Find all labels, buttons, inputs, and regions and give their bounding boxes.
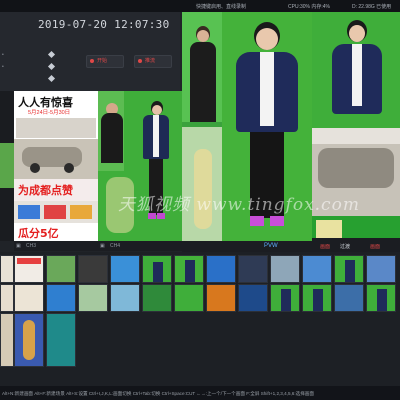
ad-car-image: [14, 139, 98, 179]
ad-dates: 5月24日-5月30日: [28, 110, 71, 116]
media-thumb[interactable]: [366, 284, 396, 312]
media-thumb[interactable]: [110, 255, 140, 283]
shortcut-hint-text: Alt+N:新建画面 Alt+F:新建场景 Alt+S:设置 Ctrl+I,J,…: [2, 391, 314, 396]
top-status-bar: 快捷键启用、直线录制 CPU:30% 内存:4% D: 22.98G 已使用: [0, 0, 400, 12]
transition-label-3[interactable]: 画面: [370, 243, 380, 250]
media-thumb[interactable]: [78, 255, 108, 283]
camera-icon: ▣: [16, 243, 21, 249]
row-indicator-icon: •: [2, 64, 4, 70]
pvw-bar: PVW 画面 过渡 画面: [182, 241, 400, 252]
source-ch3[interactable]: 人人有惊喜 5月24日-5月30日 为成都点赞 瓜分5亿: [14, 91, 98, 241]
ad-promo: 为成都点赞: [14, 179, 98, 201]
ad-promo-text: 为成都点赞: [18, 184, 73, 197]
keyframe-icon[interactable]: [47, 62, 56, 71]
ad-top: 人人有惊喜 5月24日-5月30日: [14, 91, 98, 139]
record-button-label: 开始: [97, 58, 108, 64]
cpu-readout: CPU:30% 内存:4%: [288, 4, 330, 10]
media-thumb[interactable]: [14, 255, 44, 283]
strip-thumb[interactable]: [0, 143, 14, 188]
media-thumb[interactable]: [334, 284, 364, 312]
media-thumb[interactable]: [366, 255, 396, 283]
ad-product-image: [16, 118, 96, 138]
stream-button[interactable]: 推流: [134, 55, 172, 68]
source-label-ch4: CH4: [110, 243, 121, 249]
source-bar-ch4: ▣ CH4: [98, 241, 182, 251]
media-thumb[interactable]: [238, 255, 268, 283]
media-thumb[interactable]: [46, 255, 76, 283]
presenter-body: [101, 113, 123, 163]
control-row[interactable]: [0, 74, 60, 83]
record-button[interactable]: 开始: [86, 55, 124, 68]
media-thumb[interactable]: [270, 255, 300, 283]
pvw-label: PVW: [264, 243, 278, 249]
media-thumb[interactable]: [206, 255, 236, 283]
media-thumb[interactable]: [0, 255, 14, 283]
media-thumb[interactable]: [0, 313, 14, 367]
shortcut-hint-bar: Alt+N:新建画面 Alt+F:新建场景 Alt+S:设置 Ctrl+I,J,…: [0, 386, 400, 400]
keyframe-icon[interactable]: [47, 50, 56, 59]
media-thumb[interactable]: [0, 284, 14, 312]
preview-right: [312, 12, 400, 128]
row-indicator-icon: •: [2, 52, 4, 58]
transition-label-1[interactable]: 画面: [320, 243, 330, 250]
switcher-app: 快捷键启用、直线录制 CPU:30% 内存:4% D: 22.98G 已使用 2…: [0, 0, 400, 400]
media-thumb[interactable]: [334, 255, 364, 283]
media-thumb[interactable]: [174, 284, 204, 312]
source-bar-ch3: ▣ CH3: [14, 241, 98, 251]
media-thumb[interactable]: [110, 284, 140, 312]
media-thumb[interactable]: [238, 284, 268, 312]
source-tiles: 人人有惊喜 5月24日-5月30日 为成都点赞 瓜分5亿: [14, 91, 182, 241]
ad-coupons: [14, 201, 98, 223]
control-panel: 2019-07-20 12:07:30 • • 开始 推流: [0, 12, 180, 91]
camera-icon: ▣: [100, 243, 105, 249]
preview-bottom-left: [182, 127, 222, 241]
ad-bottom: 瓜分5亿: [14, 223, 98, 241]
media-thumb[interactable]: [142, 255, 172, 283]
source-label-ch3: CH3: [26, 243, 37, 249]
media-thumb[interactable]: [14, 313, 44, 367]
media-thumb[interactable]: [14, 284, 44, 312]
media-thumb[interactable]: [78, 284, 108, 312]
source-ch4[interactable]: [98, 91, 182, 241]
media-thumb[interactable]: [270, 284, 300, 312]
media-thumb[interactable]: [302, 284, 332, 312]
media-library: [0, 252, 400, 386]
transition-label-2[interactable]: 过渡: [340, 243, 350, 250]
media-thumb[interactable]: [46, 284, 76, 312]
preview-presenter: [182, 12, 222, 122]
ad-bottom-text: 瓜分5亿: [18, 227, 59, 240]
watermark: 天狐视频 www.tingfox.com: [118, 195, 360, 215]
media-thumb[interactable]: [302, 255, 332, 283]
app-status-text: 快捷键启用、直线录制: [196, 4, 247, 10]
disk-readout: D: 22.98G 已使用: [352, 4, 392, 10]
datetime-display: 2019-07-20 12:07:30: [38, 18, 170, 31]
keyframe-icon[interactable]: [47, 74, 56, 83]
control-row[interactable]: •: [0, 62, 60, 71]
left-strip: [0, 91, 14, 241]
media-thumb[interactable]: [142, 284, 172, 312]
media-thumb[interactable]: [174, 255, 204, 283]
stream-button-label: 推流: [145, 58, 156, 64]
media-thumb[interactable]: [46, 313, 76, 367]
media-thumb[interactable]: [206, 284, 236, 312]
stream-dot-icon: [138, 59, 142, 63]
record-dot-icon: [90, 59, 94, 63]
transition-thumb[interactable]: [316, 220, 342, 238]
control-row[interactable]: •: [0, 50, 60, 59]
